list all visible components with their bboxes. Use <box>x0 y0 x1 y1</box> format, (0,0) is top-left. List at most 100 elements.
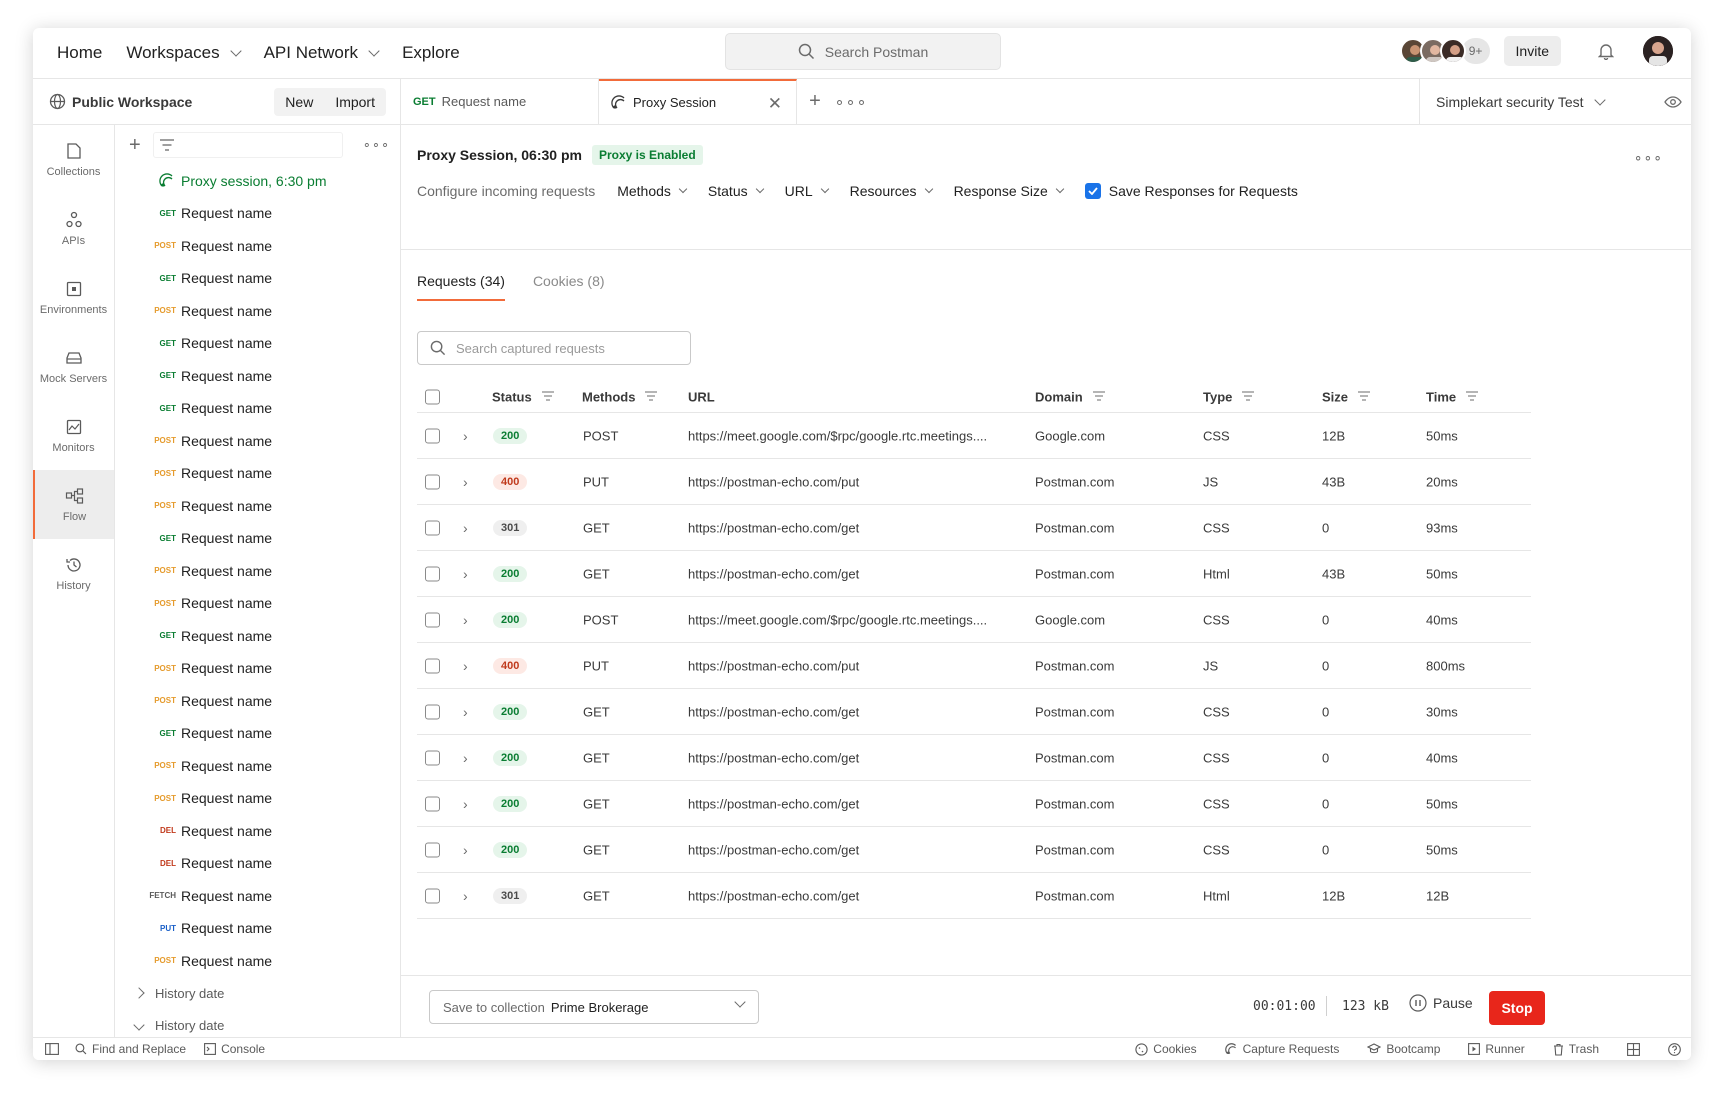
global-search-input[interactable]: Search Postman <box>725 33 1001 70</box>
notifications-button[interactable] <box>1591 36 1621 66</box>
table-row[interactable]: › 200 GET https://postman-echo.com/get Postm… <box>417 551 1531 597</box>
tree-request-item[interactable]: GET Request name <box>115 262 400 295</box>
chevron-right-icon[interactable]: › <box>463 796 468 812</box>
close-icon[interactable]: ✕ <box>768 94 782 114</box>
tree-request-item[interactable]: PUT Request name <box>115 912 400 945</box>
column-time[interactable]: Time <box>1426 389 1479 404</box>
table-row[interactable]: › 301 GET https://postman-echo.com/get Postm… <box>417 505 1531 551</box>
tree-request-item[interactable]: POST Request name <box>115 230 400 263</box>
layout-toggle-button[interactable] <box>1627 1042 1640 1056</box>
environment-quick-look[interactable] <box>1655 79 1691 124</box>
chevron-right-icon[interactable]: › <box>463 428 468 444</box>
captured-requests-search[interactable]: Search captured requests <box>417 331 691 365</box>
sidebar-item-apis[interactable]: APIs <box>33 194 114 263</box>
row-checkbox[interactable] <box>425 658 440 673</box>
pause-button[interactable]: Pause <box>1409 994 1473 1012</box>
save-responses-checkbox[interactable] <box>1084 183 1101 199</box>
tree-request-item[interactable]: GET Request name <box>115 360 400 393</box>
row-checkbox[interactable] <box>425 428 440 443</box>
column-url[interactable]: URL <box>688 389 715 404</box>
nav-home[interactable]: Home <box>57 43 102 63</box>
tab-cookies[interactable]: Cookies (8) <box>533 273 605 301</box>
tree-request-item[interactable]: GET Request name <box>115 620 400 653</box>
capture-requests-button[interactable]: Capture Requests <box>1224 1042 1339 1056</box>
row-checkbox[interactable] <box>425 612 440 627</box>
row-checkbox[interactable] <box>425 566 440 581</box>
stop-button[interactable]: Stop <box>1489 991 1545 1025</box>
table-row[interactable]: › 301 GET https://postman-echo.com/get Postm… <box>417 873 1531 919</box>
chevron-right-icon[interactable]: › <box>463 474 468 490</box>
tree-request-item[interactable]: DEL Request name <box>115 847 400 880</box>
tree-request-item[interactable]: GET Request name <box>115 522 400 555</box>
tree-request-item[interactable]: DEL Request name <box>115 815 400 848</box>
chevron-right-icon[interactable]: › <box>463 888 468 904</box>
filter-response-size-dropdown[interactable]: Response Size <box>954 183 1064 199</box>
tree-request-item[interactable]: POST Request name <box>115 295 400 328</box>
tab-overflow-button[interactable]: ∘∘∘ <box>833 79 869 124</box>
tab-request[interactable]: GET Request name <box>401 79 599 124</box>
cookies-button[interactable]: Cookies <box>1135 1042 1197 1056</box>
chevron-right-icon[interactable]: › <box>463 658 468 674</box>
chevron-right-icon[interactable]: › <box>463 842 468 858</box>
console-button[interactable]: Console <box>204 1042 265 1056</box>
history-group[interactable]: History date <box>115 977 400 1009</box>
chevron-right-icon[interactable]: › <box>463 566 468 582</box>
tree-request-item[interactable]: FETCH Request name <box>115 880 400 913</box>
row-checkbox[interactable] <box>425 796 440 811</box>
environment-select[interactable]: Simplekart security Test <box>1419 79 1655 124</box>
table-row[interactable]: › 400 PUT https://postman-echo.com/put Postm… <box>417 643 1531 689</box>
tree-request-item[interactable]: POST Request name <box>115 457 400 490</box>
sidebar-item-flow[interactable]: Flow <box>33 470 114 539</box>
nav-workspaces[interactable]: Workspaces <box>126 43 242 63</box>
sidebar-item-environments[interactable]: Environments <box>33 263 114 332</box>
table-row[interactable]: › 400 PUT https://postman-echo.com/put Postm… <box>417 459 1531 505</box>
tree-request-item[interactable]: POST Request name <box>115 425 400 458</box>
invite-button[interactable]: Invite <box>1503 36 1561 66</box>
sidebar-item-collections[interactable]: Collections <box>33 125 114 194</box>
tree-request-item[interactable]: POST Request name <box>115 652 400 685</box>
toggle-sidebar-button[interactable] <box>45 1043 59 1055</box>
import-button[interactable]: Import <box>324 87 386 116</box>
filter-resources-dropdown[interactable]: Resources <box>850 183 933 199</box>
save-to-collection-select[interactable]: Save to collection Prime Brokerage <box>429 990 759 1024</box>
tree-request-item[interactable]: POST Request name <box>115 490 400 523</box>
chevron-right-icon[interactable]: › <box>463 612 468 628</box>
column-domain[interactable]: Domain <box>1035 389 1105 404</box>
nav-explore[interactable]: Explore <box>402 43 460 63</box>
row-checkbox[interactable] <box>425 888 440 903</box>
more-horizontal-icon[interactable]: ∘∘∘ <box>363 137 390 153</box>
tree-request-item[interactable]: POST Request name <box>115 685 400 718</box>
column-size[interactable]: Size <box>1322 389 1371 404</box>
row-checkbox[interactable] <box>425 704 440 719</box>
table-row[interactable]: › 200 POST https://meet.google.com/$rpc/goo… <box>417 597 1531 643</box>
chevron-right-icon[interactable]: › <box>463 520 468 536</box>
tree-request-item[interactable]: POST Request name <box>115 750 400 783</box>
sidebar-item-mock-servers[interactable]: Mock Servers <box>33 332 114 401</box>
tree-request-item[interactable]: GET Request name <box>115 717 400 750</box>
find-replace-button[interactable]: Find and Replace <box>75 1042 186 1056</box>
sidebar-item-monitors[interactable]: Monitors <box>33 401 114 470</box>
workspace-title[interactable]: Public Workspace <box>72 94 192 110</box>
tree-filter-input[interactable] <box>152 132 343 158</box>
row-checkbox[interactable] <box>425 750 440 765</box>
tree-request-item[interactable]: POST Request name <box>115 555 400 588</box>
tree-request-item[interactable]: POST Request name <box>115 587 400 620</box>
filter-status-dropdown[interactable]: Status <box>708 183 764 199</box>
row-checkbox[interactable] <box>425 842 440 857</box>
more-horizontal-icon[interactable]: ∘∘∘ <box>1634 149 1663 166</box>
tree-request-item[interactable]: POST Request name <box>115 945 400 978</box>
history-group[interactable]: History date <box>115 1009 400 1037</box>
proxy-session-item[interactable]: Proxy session, 6:30 pm <box>115 165 400 197</box>
tab-requests[interactable]: Requests (34) <box>417 273 505 301</box>
chevron-right-icon[interactable]: › <box>463 704 468 720</box>
filter-methods-dropdown[interactable]: Methods <box>617 183 688 199</box>
tree-request-item[interactable]: GET Request name <box>115 197 400 230</box>
bootcamp-button[interactable]: Bootcamp <box>1367 1042 1440 1056</box>
table-row[interactable]: › 200 GET https://postman-echo.com/get Postm… <box>417 689 1531 735</box>
user-avatar[interactable] <box>1643 36 1673 66</box>
table-row[interactable]: › 200 GET https://postman-echo.com/get Postm… <box>417 735 1531 781</box>
add-tab-button[interactable]: + <box>797 79 833 124</box>
plus-icon[interactable]: + <box>129 134 141 157</box>
help-button[interactable] <box>1668 1042 1681 1056</box>
tab-proxy-session[interactable]: Proxy Session ✕ <box>599 79 797 124</box>
